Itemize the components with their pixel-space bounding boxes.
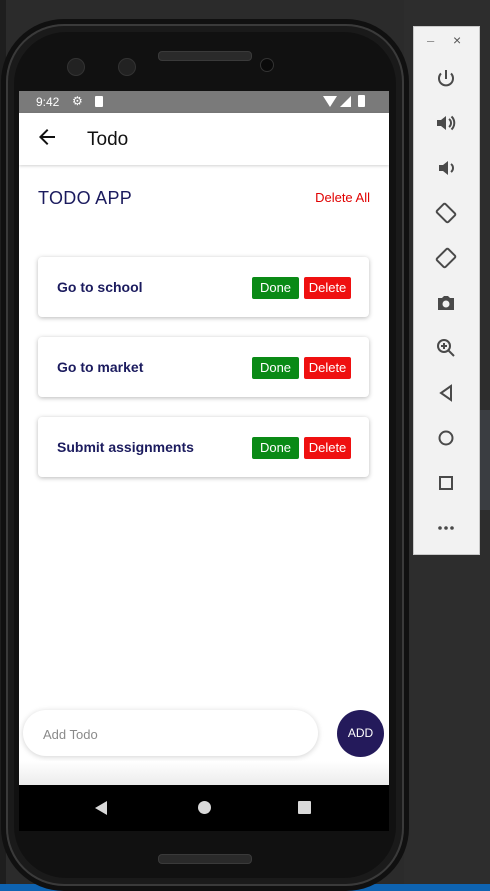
zoom-icon[interactable] xyxy=(434,336,458,360)
back-arrow-icon[interactable] xyxy=(35,125,59,149)
nav-recents-icon[interactable] xyxy=(298,801,311,814)
home-icon[interactable] xyxy=(434,426,458,450)
power-icon[interactable] xyxy=(434,67,458,91)
close-button[interactable]: × xyxy=(453,32,461,48)
cell-signal-icon xyxy=(340,96,351,107)
delete-button[interactable]: Delete xyxy=(304,277,351,299)
more-icon[interactable] xyxy=(434,516,458,540)
add-button[interactable]: ADD xyxy=(337,710,384,757)
rotate-right-icon[interactable] xyxy=(434,246,458,270)
bottom-fade xyxy=(19,761,389,785)
top-speaker xyxy=(158,51,252,61)
todo-label: Submit assignments xyxy=(57,439,194,455)
system-status-bar: 9:42 ⚙ xyxy=(19,91,389,113)
delete-button[interactable]: Delete xyxy=(304,437,351,459)
todo-label: Go to market xyxy=(57,359,144,375)
front-sensor xyxy=(67,58,85,76)
todo-label: Go to school xyxy=(57,279,143,295)
battery-icon xyxy=(358,95,365,107)
app-bar-title: Todo xyxy=(87,129,129,150)
delete-button[interactable]: Delete xyxy=(304,357,351,379)
emulator-toolbar: – × xyxy=(413,26,480,555)
front-camera xyxy=(118,58,136,76)
volume-down-icon[interactable] xyxy=(434,156,458,180)
sd-card-icon xyxy=(95,96,103,107)
system-nav-bar xyxy=(19,785,389,831)
camera-icon[interactable] xyxy=(434,291,458,315)
phone-screen: 9:42 ⚙ Todo TODO APP Delete All Go to sc… xyxy=(19,91,389,831)
emulator-window-controls: – × xyxy=(414,27,479,57)
wifi-icon xyxy=(323,96,337,107)
delete-all-button[interactable]: Delete All xyxy=(315,190,370,205)
todo-card: Go to market Done Delete xyxy=(38,337,369,397)
page-title: TODO APP xyxy=(38,188,133,208)
bottom-speaker xyxy=(158,854,252,864)
todo-card: Go to school Done Delete xyxy=(38,257,369,317)
app-bar: Todo xyxy=(19,113,389,165)
add-todo-input[interactable] xyxy=(41,722,305,746)
settings-status-icon: ⚙ xyxy=(72,94,83,108)
overview-icon[interactable] xyxy=(434,471,458,495)
add-todo-field[interactable] xyxy=(23,710,318,756)
nav-home-icon[interactable] xyxy=(198,801,211,814)
nav-back-icon[interactable] xyxy=(95,801,107,815)
back-icon[interactable] xyxy=(434,381,458,405)
done-button[interactable]: Done xyxy=(252,437,299,459)
minimize-button[interactable]: – xyxy=(427,33,434,48)
status-time: 9:42 xyxy=(36,95,60,109)
volume-up-icon[interactable] xyxy=(434,111,458,135)
done-button[interactable]: Done xyxy=(252,277,299,299)
rotate-left-icon[interactable] xyxy=(434,201,458,225)
todo-card: Submit assignments Done Delete xyxy=(38,417,369,477)
done-button[interactable]: Done xyxy=(252,357,299,379)
front-camera-lens xyxy=(260,58,274,72)
